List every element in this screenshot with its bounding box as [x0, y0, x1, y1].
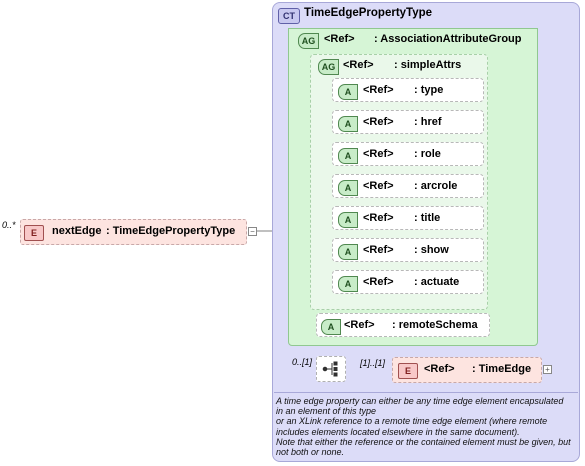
documentation-line: A time edge property can either be any t… — [276, 396, 564, 406]
documentation-line: not both or none. — [276, 447, 345, 458]
attribute-ref: <Ref> — [363, 212, 394, 224]
documentation-line: includes elements located elsewhere in t… — [276, 426, 520, 437]
element-badge-icon: E — [398, 363, 418, 379]
attribute-group-badge-icon: AG — [318, 59, 339, 75]
child-element-name: : TimeEdge — [472, 363, 532, 375]
expand-icon[interactable]: + — [543, 365, 552, 374]
attribute-badge-icon: A — [338, 244, 358, 260]
simple-attrs-name: : simpleAttrs — [394, 59, 462, 71]
attribute-badge-icon: A — [338, 180, 358, 196]
documentation-line: or an XLink reference to a remote time e… — [276, 416, 548, 427]
attribute-name: : show — [414, 244, 449, 256]
root-element-name: nextEdge — [52, 225, 102, 237]
attribute-name: : href — [414, 116, 442, 128]
attribute-badge-icon: A — [338, 212, 358, 228]
attribute-ref: <Ref> — [363, 148, 394, 160]
collapse-icon[interactable]: − — [248, 227, 257, 236]
documentation-line: in an element of this type — [276, 406, 377, 417]
attribute-badge-icon: A — [338, 148, 358, 164]
root-occurs: 0..* — [2, 220, 16, 230]
association-group-ref: <Ref> — [324, 33, 355, 45]
attribute-badge-icon: A — [338, 116, 358, 132]
attribute-name: : remoteSchema — [392, 319, 478, 331]
complex-type-title: TimeEdgePropertyType — [304, 7, 433, 19]
simple-attrs-ref: <Ref> — [343, 59, 374, 71]
documentation-text: A time edge property can either be any t… — [276, 396, 576, 457]
documentation-separator — [274, 392, 578, 393]
sequence-occurs: 0..[1] — [292, 357, 313, 367]
attribute-name: : title — [414, 212, 441, 224]
attribute-name: : role — [414, 148, 441, 160]
attribute-name: : arcrole — [414, 180, 458, 192]
child-element-ref: <Ref> — [424, 363, 455, 375]
attribute-badge-icon: A — [338, 84, 358, 100]
documentation-line: Note that either the reference or the co… — [276, 436, 571, 447]
attribute-ref: <Ref> — [363, 116, 394, 128]
root-element-type: : TimeEdgePropertyType — [106, 225, 236, 237]
sequence-compositor[interactable] — [316, 356, 346, 382]
attribute-badge-icon: A — [338, 276, 358, 292]
element-badge-icon: E — [24, 225, 44, 241]
attribute-name: : actuate — [414, 276, 460, 288]
attribute-ref: <Ref> — [363, 244, 394, 256]
attribute-group-badge-icon: AG — [298, 33, 319, 49]
child-occurs: [1]..[1] — [360, 358, 386, 368]
attribute-name: : type — [414, 84, 444, 96]
association-group-name: : AssociationAttributeGroup — [374, 33, 522, 45]
attribute-badge-icon: A — [321, 319, 341, 335]
attribute-ref: <Ref> — [344, 319, 375, 331]
attribute-ref: <Ref> — [363, 84, 394, 96]
complex-type-badge-icon: CT — [278, 8, 300, 24]
attribute-ref: <Ref> — [363, 180, 394, 192]
sequence-icon — [322, 361, 338, 377]
attribute-ref: <Ref> — [363, 276, 394, 288]
